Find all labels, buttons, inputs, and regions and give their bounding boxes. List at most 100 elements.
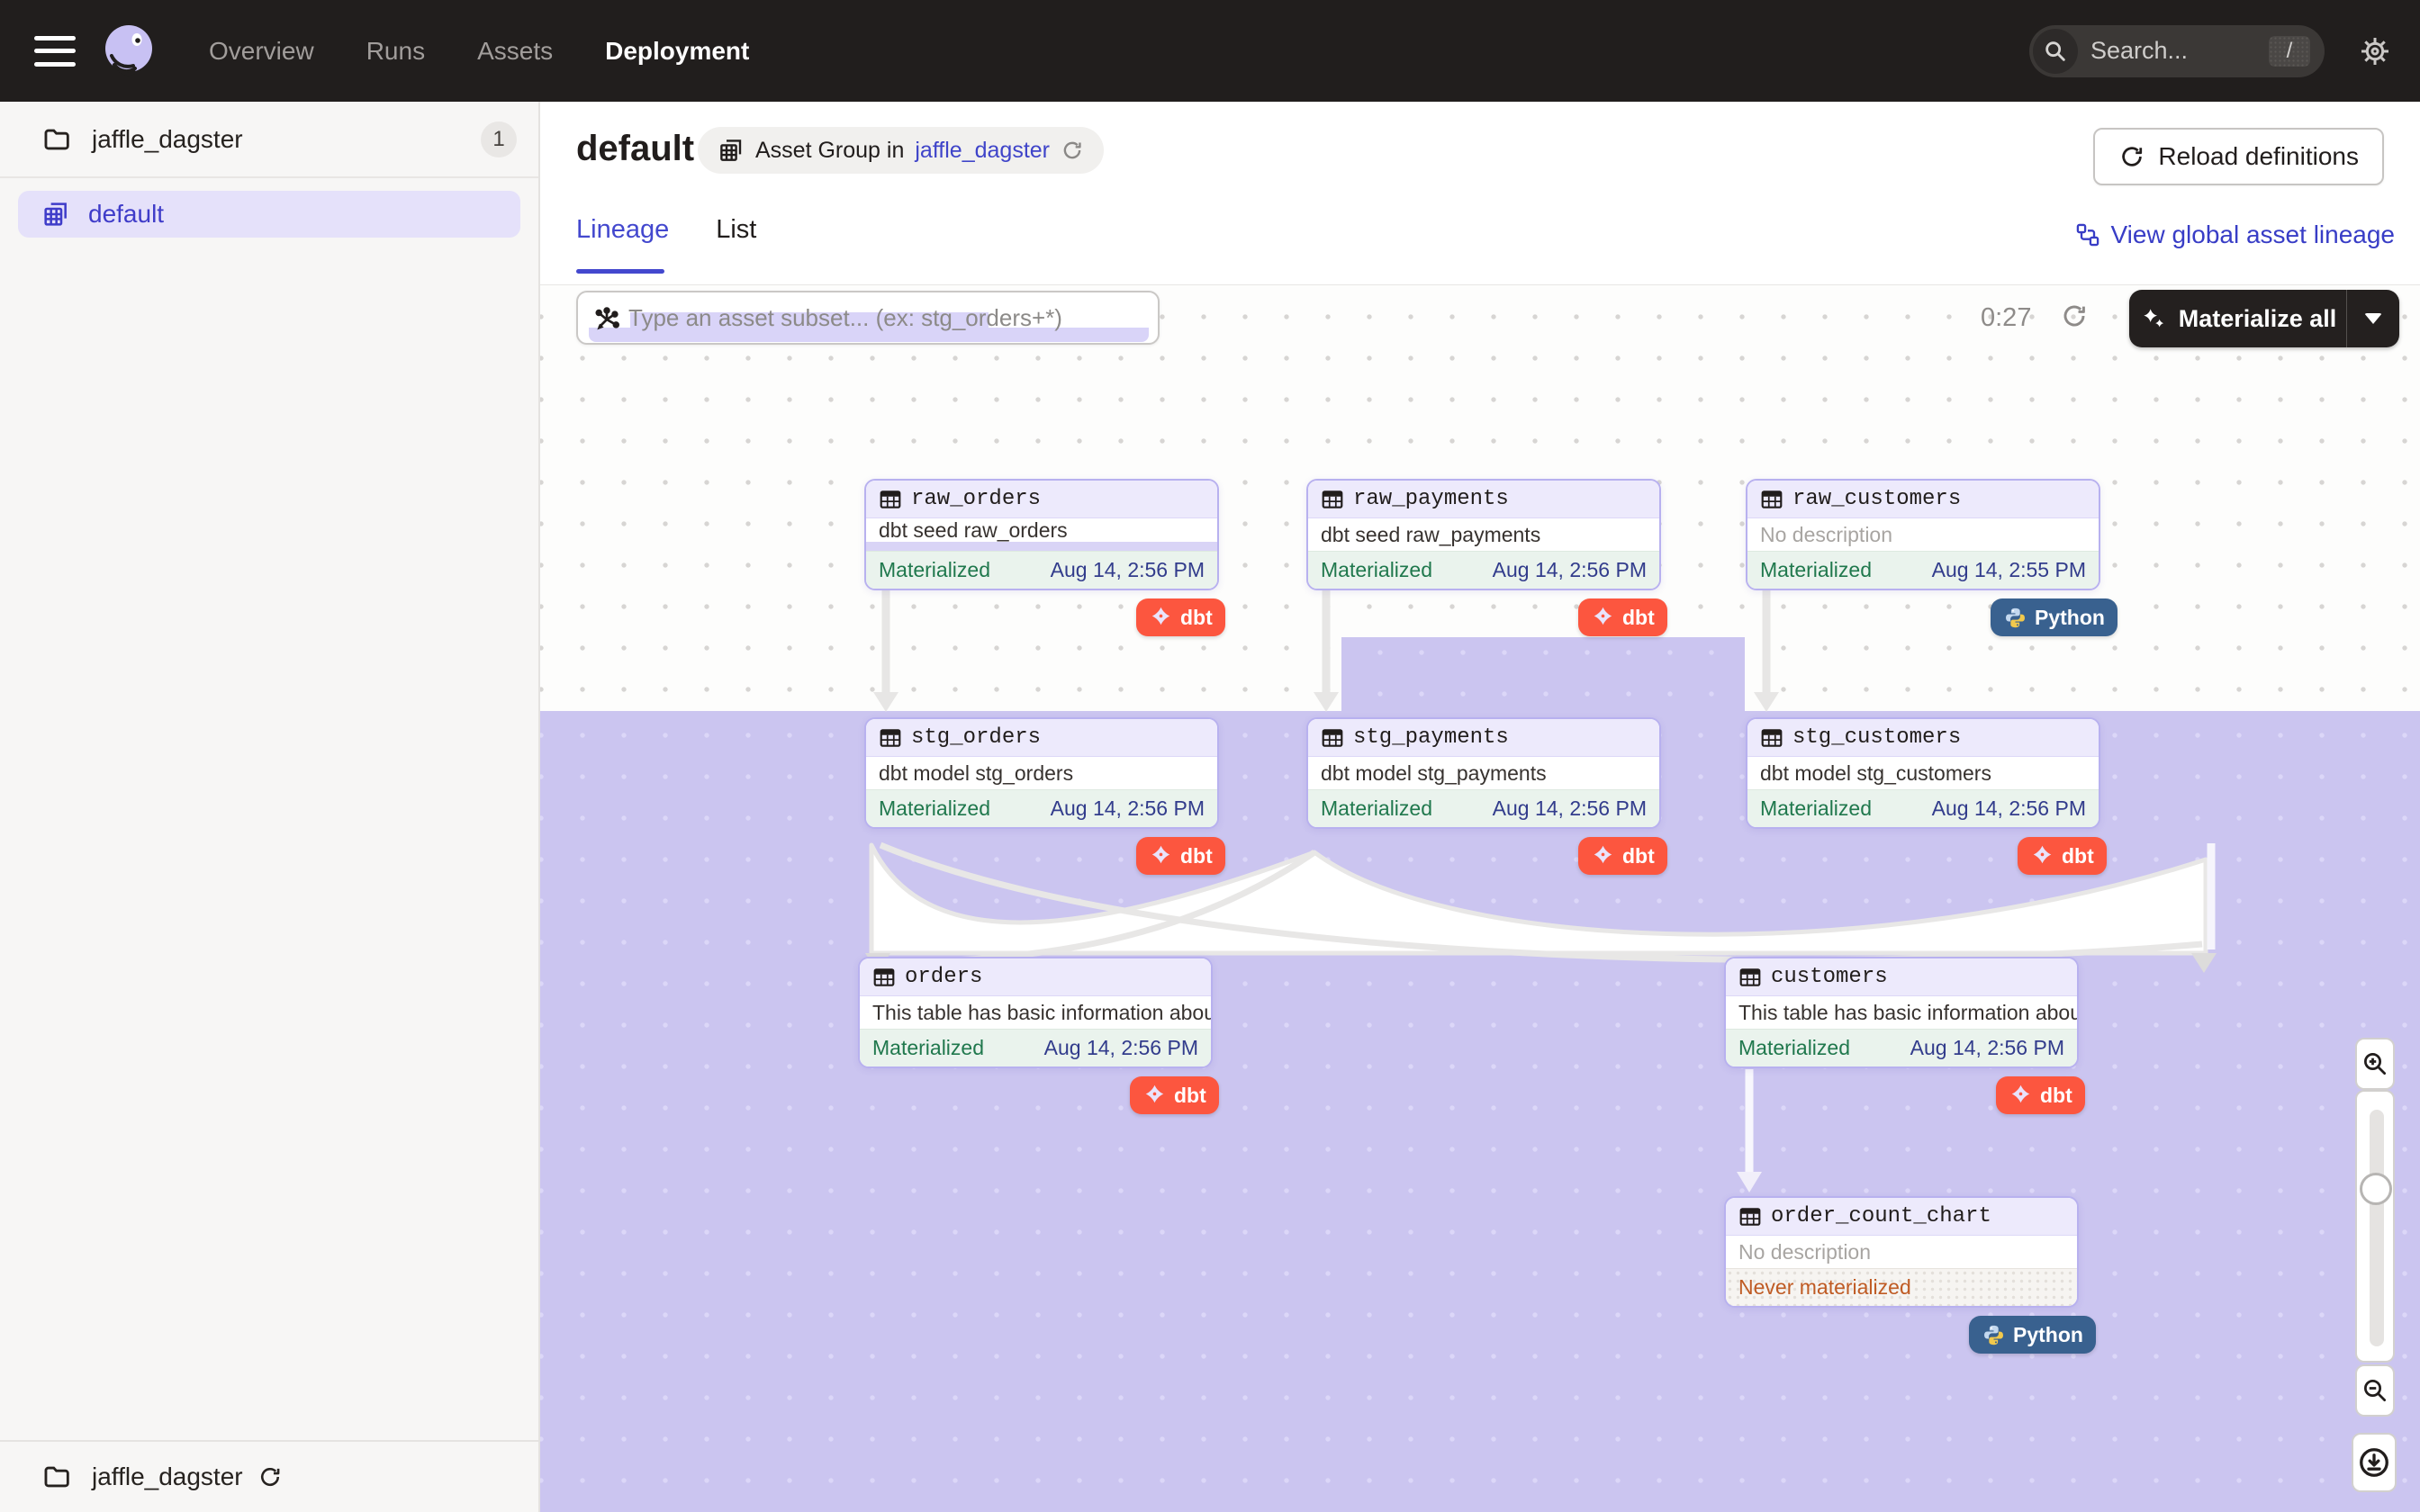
- materialize-all-button[interactable]: Materialize all: [2129, 290, 2399, 347]
- asset-description: This table has basic information about .…: [860, 996, 1211, 1029]
- view-global-lineage-link[interactable]: View global asset lineage: [2075, 220, 2395, 249]
- status-badge: Materialized: [1760, 796, 1872, 821]
- asset-description: dbt seed raw_payments: [1308, 518, 1659, 551]
- materialization-timestamp: Aug 14, 2:55 PM: [1932, 558, 2086, 582]
- asset-subset-filter[interactable]: [576, 291, 1160, 345]
- zoom-in-button[interactable]: [2355, 1038, 2395, 1090]
- kind-badge-label: dbt: [2040, 1084, 2072, 1108]
- lineage-edges: [540, 285, 2420, 1512]
- dbt-kind-badge[interactable]: dbt: [1136, 598, 1225, 636]
- search-icon: [2033, 29, 2078, 74]
- asset-node-header: stg_orders: [866, 719, 1217, 757]
- dbt-kind-badge[interactable]: dbt: [1578, 598, 1667, 636]
- asset-description: This table has basic information about .…: [1726, 996, 2077, 1029]
- refresh-icon[interactable]: [257, 1464, 283, 1490]
- zoom-out-button[interactable]: [2355, 1364, 2395, 1417]
- table-icon: [1321, 488, 1344, 511]
- zoom-slider-track: [2370, 1110, 2384, 1346]
- page-title: default: [576, 129, 694, 169]
- asset-name: orders: [905, 965, 982, 989]
- asset-node-order_count_chart[interactable]: order_count_chartNo descriptionNever mat…: [1724, 1196, 2079, 1308]
- materialization-timestamp: Aug 14, 2:56 PM: [1910, 1036, 2064, 1060]
- tab-bar: Lineage List: [576, 215, 756, 266]
- refresh-icon[interactable]: [2060, 302, 2089, 335]
- asset-status-row: MaterializedAug 14, 2:56 PM: [866, 789, 1217, 827]
- refresh-icon[interactable]: [1061, 139, 1084, 162]
- asset-subset-input[interactable]: [628, 292, 1151, 343]
- sidebar-item-default-group[interactable]: default: [18, 191, 520, 238]
- dbt-kind-badge[interactable]: dbt: [2018, 837, 2107, 875]
- python-kind-badge[interactable]: Python: [1991, 598, 2118, 636]
- asset-description: dbt model stg_payments: [1308, 757, 1659, 789]
- dbt-logo-icon: [1142, 1084, 1167, 1108]
- nav-item-deployment[interactable]: Deployment: [605, 37, 749, 66]
- python-kind-badge[interactable]: Python: [1969, 1316, 2096, 1354]
- tab-lineage[interactable]: Lineage: [576, 215, 669, 266]
- group-label: default: [88, 200, 164, 229]
- lineage-graph-canvas[interactable]: 0:27 Materialize all raw_ordersdbt seed …: [540, 285, 2420, 1512]
- asset-node-stg_customers[interactable]: stg_customersdbt model stg_customersMate…: [1746, 717, 2100, 829]
- nav-item-overview[interactable]: Overview: [209, 37, 314, 66]
- table-icon: [872, 966, 896, 989]
- asset-description: dbt seed raw_orders: [866, 518, 1217, 542]
- search-shortcut-key: /: [2269, 36, 2310, 67]
- materialize-options-dropdown[interactable]: [2347, 313, 2399, 324]
- kind-badge-label: Python: [2013, 1323, 2083, 1347]
- asset-node-raw_customers[interactable]: raw_customers No description Materialized A…: [1746, 479, 2100, 590]
- asset-status-row: Materialized Aug 14, 2:55 PM: [1747, 551, 2099, 589]
- asset-node-orders[interactable]: orders This table has basic information a…: [858, 957, 1213, 1068]
- status-badge: Materialized: [1760, 558, 1872, 582]
- asset-node-stg_payments[interactable]: stg_paymentsdbt model stg_paymentsMateri…: [1306, 717, 1661, 829]
- dbt-kind-badge[interactable]: dbt: [1130, 1076, 1219, 1114]
- reload-definitions-label: Reload definitions: [2158, 142, 2359, 171]
- asset-name: order_count_chart: [1771, 1204, 1991, 1228]
- table-icon: [879, 488, 902, 511]
- asset-node-header: raw_customers: [1747, 481, 2099, 518]
- asset-name: raw_payments: [1353, 487, 1509, 511]
- asset-node-stg_orders[interactable]: stg_ordersdbt model stg_ordersMaterializ…: [864, 717, 1219, 829]
- sidebar: jaffle_dagster 1 default jaffle_dagster: [0, 102, 540, 1512]
- menu-icon[interactable]: [34, 36, 76, 67]
- zoom-slider-handle[interactable]: [2360, 1173, 2392, 1205]
- reload-definitions-button[interactable]: Reload definitions: [2093, 128, 2384, 185]
- table-icon: [1738, 1205, 1762, 1228]
- materialization-timestamp: Aug 14, 2:56 PM: [1044, 1036, 1198, 1060]
- download-graph-button[interactable]: [2352, 1433, 2397, 1492]
- dbt-kind-badge[interactable]: dbt: [1578, 837, 1667, 875]
- dbt-kind-badge[interactable]: dbt: [1996, 1076, 2085, 1114]
- materialization-timestamp: Aug 14, 2:56 PM: [1051, 796, 1205, 821]
- search-input[interactable]: [2090, 37, 2253, 65]
- materialization-timestamp: Aug 14, 2:56 PM: [1493, 796, 1647, 821]
- asset-group-icon: [718, 137, 745, 164]
- asset-node-raw_orders[interactable]: raw_ordersdbt seed raw_ordersMaterialize…: [864, 479, 1219, 590]
- folder-icon: [41, 124, 72, 155]
- footer-repository-label: jaffle_dagster: [92, 1462, 243, 1491]
- asset-status-row: Materialized Aug 14, 2:56 PM: [1726, 1029, 2077, 1066]
- kind-badge-label: Python: [2035, 606, 2105, 630]
- nav-item-runs[interactable]: Runs: [366, 37, 425, 66]
- asset-status-row: MaterializedAug 14, 2:56 PM: [1308, 789, 1659, 827]
- asset-name: raw_customers: [1792, 487, 1961, 511]
- gear-icon[interactable]: [2357, 33, 2393, 69]
- status-badge: Materialized: [1738, 1036, 1850, 1060]
- dbt-kind-badge[interactable]: dbt: [1136, 837, 1225, 875]
- zoom-slider[interactable]: [2355, 1090, 2395, 1363]
- dbt-logo-icon: [1149, 844, 1173, 868]
- badge-repo-link[interactable]: jaffle_dagster: [915, 138, 1050, 164]
- dagster-logo-icon[interactable]: [99, 22, 158, 81]
- asset-node-customers[interactable]: customersThis table has basic informatio…: [1724, 957, 2079, 1068]
- asset-node-raw_payments[interactable]: raw_paymentsdbt seed raw_paymentsMateria…: [1306, 479, 1661, 590]
- kind-badge-label: dbt: [1622, 606, 1655, 630]
- sidebar-footer: jaffle_dagster: [0, 1440, 538, 1512]
- nav-item-assets[interactable]: Assets: [477, 37, 553, 66]
- status-badge: Materialized: [879, 558, 990, 582]
- search-box[interactable]: /: [2029, 25, 2325, 77]
- dbt-logo-icon: [1591, 606, 1615, 630]
- table-icon: [1321, 726, 1344, 750]
- status-badge: Materialized: [872, 1036, 984, 1060]
- dbt-logo-icon: [1149, 606, 1173, 630]
- sidebar-item-repository[interactable]: jaffle_dagster 1: [0, 102, 538, 178]
- asset-description: No description: [1747, 518, 2099, 551]
- tab-list[interactable]: List: [716, 215, 756, 266]
- asset-group-icon: [41, 200, 70, 229]
